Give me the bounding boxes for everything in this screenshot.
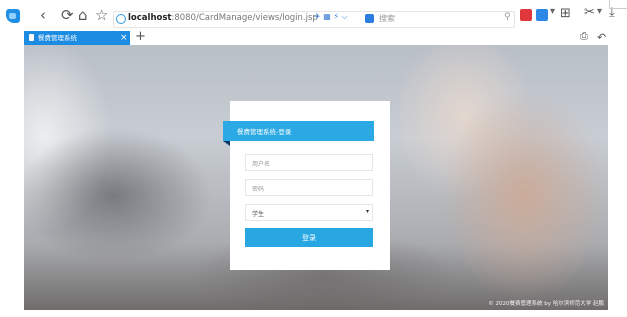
- new-tab-button[interactable]: +: [135, 29, 146, 44]
- address-host: localhost: [128, 13, 172, 23]
- window-corner-divider: [609, 0, 627, 9]
- tab-strip: 餐费管理系统 × + ⎙ ↶: [0, 29, 627, 45]
- close-icon[interactable]: ×: [120, 31, 128, 45]
- screenshot-cut-icon[interactable]: ✂: [584, 5, 595, 20]
- tab-title: 餐费管理系统: [38, 34, 77, 42]
- extension-red-icon[interactable]: [520, 9, 532, 21]
- page-icon: [29, 34, 34, 41]
- undo-icon[interactable]: ↶: [597, 31, 606, 44]
- address-bar[interactable]: localhost:8080/CardManage/views/login.js…: [113, 11, 515, 28]
- search-input[interactable]: 搜索: [379, 13, 395, 24]
- chevron-down-icon[interactable]: ▾: [550, 6, 555, 17]
- tab-active[interactable]: 餐费管理系统 ×: [24, 31, 130, 45]
- ribbon-fold: [223, 141, 230, 146]
- username-field[interactable]: 用户名: [245, 154, 373, 171]
- chevron-down-icon: ▾: [365, 208, 369, 215]
- username-placeholder: 用户名: [252, 161, 271, 168]
- search-engine-icon[interactable]: [365, 14, 374, 23]
- address-extras-icon[interactable]: ✈ ▦ ⚡ ⌵: [314, 12, 348, 22]
- apps-grid-icon[interactable]: ⊞: [560, 6, 571, 21]
- password-placeholder: 密码: [252, 186, 265, 193]
- copyright-text: © 2020餐费管理系统 by 哈尔滨师范大学 赵鹏: [488, 301, 604, 307]
- address-url[interactable]: localhost:8080/CardManage/views/login.js…: [128, 13, 318, 23]
- back-icon[interactable]: ‹: [40, 5, 46, 25]
- bookmark-star-icon[interactable]: ☆: [95, 5, 108, 25]
- save-page-icon[interactable]: ⎙: [580, 31, 588, 42]
- role-selected-value: 学生: [252, 211, 265, 218]
- login-card: 餐费管理系统-登录 用户名 密码 学生 ▾ 登录: [223, 101, 390, 270]
- login-header: 餐费管理系统-登录: [223, 121, 374, 141]
- login-button[interactable]: 登录: [245, 228, 373, 247]
- extension-blue-icon[interactable]: [536, 9, 548, 21]
- page-background: 餐费管理系统-登录 用户名 密码 学生 ▾ 登录 © 2020餐费管理系统 by…: [24, 45, 608, 310]
- role-select[interactable]: 学生 ▾: [245, 204, 373, 221]
- chevron-down-icon[interactable]: ▾: [597, 6, 602, 17]
- browser-window: ‹ ⟳ ⌂ ☆ localhost:8080/CardManage/views/…: [0, 0, 627, 317]
- home-icon[interactable]: ⌂: [78, 5, 88, 25]
- browser-toolbar: ‹ ⟳ ⌂ ☆ localhost:8080/CardManage/views/…: [0, 0, 627, 31]
- address-path: :8080/CardManage/views/login.jsp: [171, 13, 318, 23]
- search-icon[interactable]: ⚲: [504, 12, 511, 22]
- browser-logo-icon[interactable]: [6, 9, 20, 23]
- login-title: 餐费管理系统-登录: [237, 128, 292, 136]
- refresh-icon[interactable]: ⟳: [61, 5, 74, 25]
- site-info-icon[interactable]: [116, 14, 126, 24]
- password-field[interactable]: 密码: [245, 179, 373, 196]
